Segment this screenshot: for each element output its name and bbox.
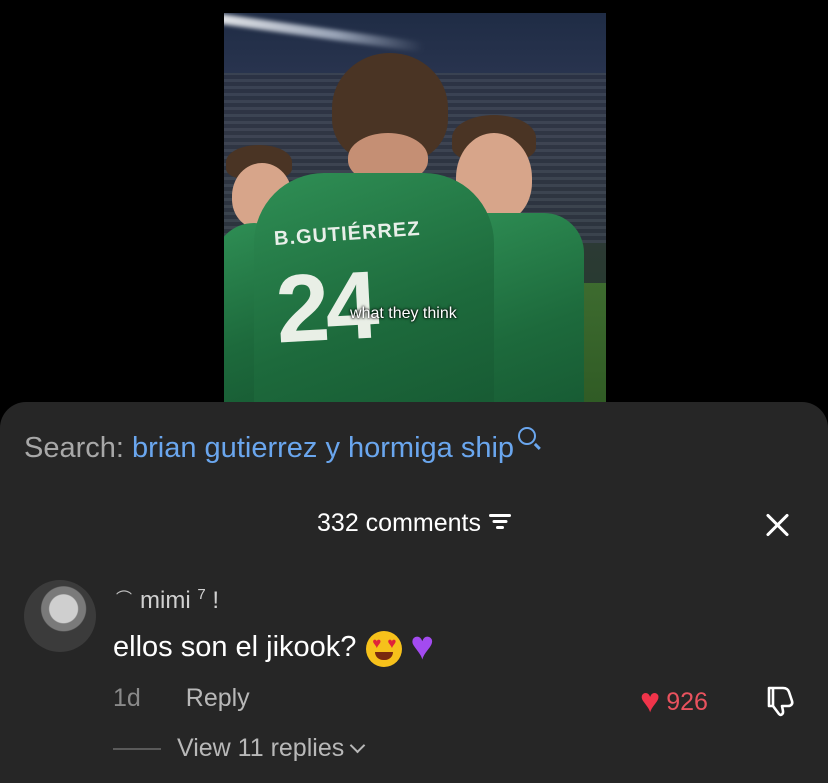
- search-label: Search:: [24, 432, 124, 464]
- username-suffix: !: [212, 587, 220, 614]
- heart-icon: ♥: [640, 682, 661, 720]
- view-replies-label: View 11 replies: [177, 734, 345, 762]
- comment-text: ellos son el jikook? ♥: [113, 624, 435, 671]
- wave-icon: ⌒: [116, 591, 133, 608]
- comments-header: 332 comments: [0, 509, 828, 538]
- video-thumbnail[interactable]: B.GUTIÉRREZ 24 what they think: [224, 13, 606, 413]
- replies-divider: [113, 748, 161, 751]
- heart-eyes-emoji: [366, 630, 403, 667]
- like-button[interactable]: ♥ 926: [640, 682, 708, 723]
- like-count: 926: [666, 688, 708, 717]
- purple-heart-emoji: ♥: [410, 624, 435, 668]
- avatar[interactable]: [24, 580, 96, 652]
- view-replies-button[interactable]: View 11 replies: [113, 734, 366, 763]
- dislike-icon[interactable]: [763, 684, 797, 718]
- search-query[interactable]: brian gutierrez y hormiga ship: [132, 432, 514, 464]
- search-suggestion[interactable]: Search: brian gutierrez y hormiga ship: [24, 427, 537, 465]
- username-text: mimi: [140, 587, 191, 614]
- comment-username[interactable]: ⌒ mimi 7 !: [116, 586, 219, 615]
- username-superscript: 7: [197, 586, 206, 603]
- reply-button[interactable]: Reply: [186, 684, 250, 712]
- filter-icon[interactable]: [488, 514, 511, 530]
- stadium-lights: [224, 13, 424, 53]
- comments-sheet: Search: brian gutierrez y hormiga ship 3…: [0, 402, 828, 783]
- comment-time: 1d: [113, 684, 141, 712]
- comment-meta: 1d Reply: [113, 684, 250, 713]
- search-icon[interactable]: [518, 427, 537, 445]
- close-icon[interactable]: [764, 512, 790, 538]
- chevron-down-icon: [349, 737, 366, 754]
- video-caption: what they think: [350, 305, 457, 322]
- comments-count: 332 comments: [317, 509, 481, 537]
- comment-body: ellos son el jikook?: [113, 631, 357, 664]
